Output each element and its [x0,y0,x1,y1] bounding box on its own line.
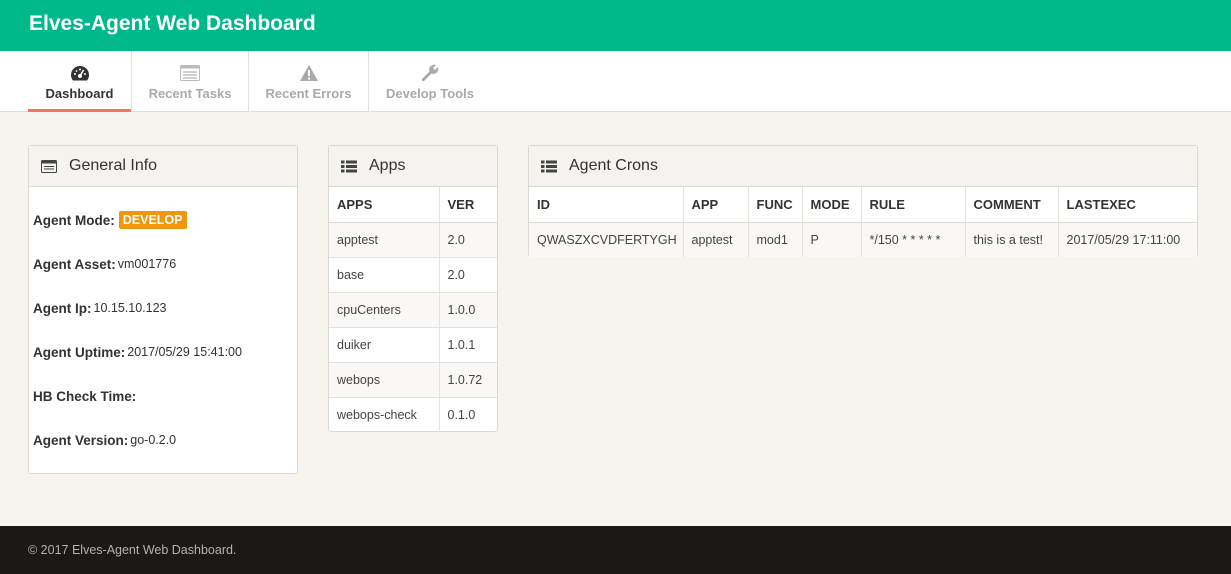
hb-check-label: HB Check Time: [33,388,137,404]
agent-ip-label: Agent Ip: [33,300,92,316]
cron-comment: this is a test! [965,222,1059,257]
panel-title: Agent Crons [569,157,658,174]
tab-label: Dashboard [45,86,114,101]
tab-develop-tools[interactable]: Develop Tools [369,51,491,111]
tab-label: Develop Tools [386,86,474,101]
cron-id: QWASZXCVDFERTYGH [529,222,684,257]
agent-uptime-label: Agent Uptime: [33,344,126,360]
cron-func: mod1 [748,222,803,257]
list-icon [341,159,359,173]
general-info-panel: General Info Agent Mode: DEVELOP Agent A… [28,145,298,474]
agent-asset-row: Agent Asset: vm001776 [29,242,297,286]
window-icon [41,159,59,173]
top-header: Elves-Agent Web Dashboard [0,0,1231,51]
app-version: 2.0 [439,257,497,293]
col-rule: RULE [861,187,966,223]
agent-uptime-row: Agent Uptime: 2017/05/29 15:41:00 [29,330,297,374]
footer-copyright: © 2017 Elves-Agent Web Dashboard. [28,543,237,557]
app-version: 1.0.1 [439,327,497,363]
list-icon [541,159,559,173]
tab-label: Recent Tasks [148,86,232,101]
crons-table: ID APP FUNC MODE RULE COMMENT LASTEXEC Q… [529,187,1197,257]
panel-header: Apps [329,146,497,187]
cron-rule: */150 * * * * * [861,222,966,257]
col-mode: MODE [802,187,862,223]
table-row: QWASZXCVDFERTYGH apptest mod1 P */150 * … [529,222,1197,257]
apps-panel: Apps APPS VER apptest 2.0 base 2.0 cpuCent… [328,145,498,432]
cron-mode: P [802,222,862,257]
panel-title: General Info [69,157,158,174]
col-apps: APPS [329,187,440,223]
table-row: webops-check 0.1.0 [329,397,497,432]
warning-icon [298,63,320,83]
col-app: APP [683,187,749,223]
col-comment: COMMENT [965,187,1059,223]
agent-mode-label: Agent Mode: [33,212,115,228]
app-version: 1.0.72 [439,362,497,398]
agent-version-row: Agent Version: go-0.2.0 [29,418,297,462]
dashboard-icon [69,63,91,83]
app-name: duiker [329,327,440,363]
hb-check-row: HB Check Time: [29,374,297,418]
tab-bar: Dashboard Recent Tasks Recent Errors Dev… [0,51,1231,112]
agent-mode-row: Agent Mode: DEVELOP [29,198,297,242]
apps-table: APPS VER apptest 2.0 base 2.0 cpuCenters 1.… [329,187,497,432]
panel-header: General Info [29,146,297,187]
tab-dashboard[interactable]: Dashboard [28,51,131,112]
app-version: 2.0 [439,222,497,258]
panel-title: Apps [369,157,406,174]
table-row: duiker 1.0.1 [329,327,497,363]
tab-label: Recent Errors [265,86,352,101]
panel-header: Agent Crons [529,146,1197,187]
app-version: 1.0.0 [439,292,497,328]
wrench-icon [419,63,441,83]
app-version: 0.1.0 [447,407,476,422]
agent-version-label: Agent Version: [33,432,129,448]
app-name: cpuCenters [329,292,440,328]
agent-asset-value: vm001776 [117,257,177,271]
mode-badge: DEVELOP [118,211,187,229]
table-row: webops 1.0.72 [329,362,497,398]
tab-recent-tasks[interactable]: Recent Tasks [132,51,249,111]
table-row: base 2.0 [329,257,497,293]
table-row: cpuCenters 1.0.0 [329,292,497,328]
col-ver: VER [439,187,497,223]
cron-lastexec: 2017/05/29 17:11:00 [1058,222,1197,257]
col-func: FUNC [748,187,803,223]
table-row: apptest 2.0 [329,222,497,258]
app-name: webops-check [329,397,440,432]
footer: © 2017 Elves-Agent Web Dashboard. [0,526,1231,574]
cron-app: apptest [683,222,749,257]
col-id: ID [529,187,684,223]
agent-uptime-value: 2017/05/29 15:41:00 [127,345,242,359]
app-name: base [329,257,440,293]
agent-asset-label: Agent Asset: [33,256,116,272]
agent-ip-row: Agent Ip: 10.15.10.123 [29,286,297,330]
app-name: apptest [329,222,440,258]
agent-ip-value: 10.15.10.123 [93,301,167,315]
list-icon [179,63,201,83]
agent-version-value: go-0.2.0 [130,433,177,447]
agent-crons-panel: Agent Crons ID APP FUNC MODE RULE COMMEN… [528,145,1198,257]
tab-recent-errors[interactable]: Recent Errors [249,51,369,111]
col-lastexec: LASTEXEC [1058,187,1197,223]
app-name: webops [329,362,440,398]
app-title[interactable]: Elves-Agent Web Dashboard [29,12,316,36]
